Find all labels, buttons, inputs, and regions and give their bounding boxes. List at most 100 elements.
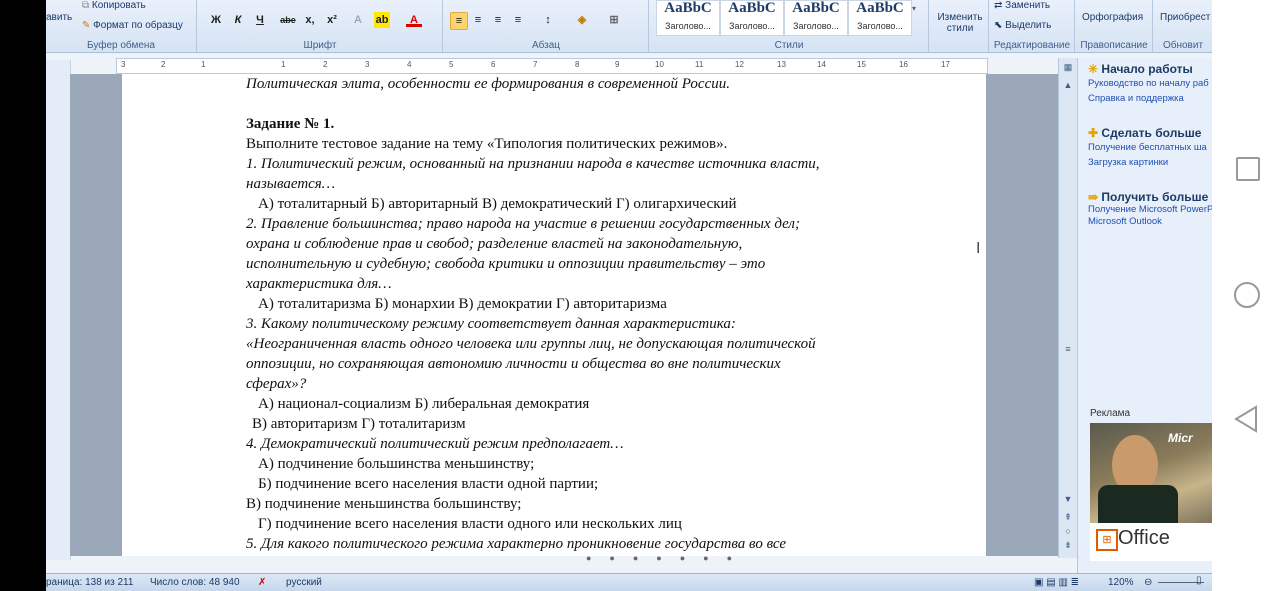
style-heading-3[interactable]: AaBbC Заголово...	[784, 0, 848, 36]
spellcheck-icon[interactable]: ✗	[258, 577, 266, 588]
document-line[interactable]: Выполните тестовое задание на тему «Типо…	[246, 134, 946, 154]
clipboard-label: Буфер обмена	[87, 40, 155, 51]
replace-button[interactable]: ⇄ Заменить	[994, 0, 1050, 11]
change-styles-button[interactable]: Изменить стили	[934, 12, 986, 34]
copy-icon: ⧉	[82, 0, 90, 11]
pane-link[interactable]: Получение бесплатных ша	[1088, 140, 1207, 155]
ruler-mark: 4	[407, 60, 412, 69]
home-icon[interactable]	[1234, 282, 1260, 308]
shading-icon[interactable]: ◈	[574, 12, 590, 28]
scroll-thumb-icon[interactable]: ≡	[1061, 344, 1075, 356]
bold-button[interactable]: Ж	[208, 12, 224, 28]
italic-button[interactable]: К	[230, 12, 246, 28]
zoom-level[interactable]: 120%	[1108, 577, 1134, 588]
underline-button[interactable]: Ч	[252, 12, 268, 28]
highlight-icon[interactable]: ab	[374, 12, 390, 28]
strikethrough-button[interactable]: abe	[280, 12, 296, 28]
styles-label: Стили	[774, 40, 804, 51]
document-line[interactable]: 4. Демократический политический режим пр…	[246, 434, 946, 454]
document-line[interactable]: оппозиции, но сохраняющая автономию личн…	[246, 354, 946, 374]
format-painter-button[interactable]: ✎ Формат по образцу	[82, 20, 183, 31]
office-advertisement[interactable]: Micr ⊞ Office	[1090, 423, 1212, 561]
text-effects-icon[interactable]: A	[350, 12, 366, 28]
document-area[interactable]: Политическая элита, особенности ее форми…	[70, 74, 1078, 556]
document-line[interactable]: охрана и соблюдение прав и свобод; разде…	[246, 234, 946, 254]
styles-more-icon[interactable]: ▾	[912, 4, 916, 13]
vertical-scrollbar[interactable]: ▦ ▲ ≡ ▼ ⇞ ○ ⇟	[1058, 58, 1077, 558]
line-spacing-icon[interactable]: ↕	[540, 12, 556, 28]
page-count[interactable]: раница: 138 из 211	[46, 577, 133, 588]
acquire-button[interactable]: Приобрест	[1160, 12, 1210, 23]
scroll-up-icon[interactable]: ▲	[1061, 80, 1075, 92]
prev-page-icon[interactable]: ⇞	[1061, 512, 1075, 524]
document-body[interactable]: Политическая элита, особенности ее форми…	[246, 74, 946, 554]
ruler-mark: 15	[857, 60, 866, 69]
browse-object-icon[interactable]: ○	[1061, 526, 1075, 538]
document-line[interactable]: В) авторитаризм Г) тоталитаризм	[246, 414, 946, 434]
style-heading-2[interactable]: AaBbC Заголово...	[720, 0, 784, 36]
font-group: Ж К Ч abe x, x² A ab A Шрифт	[198, 0, 443, 52]
spelling-button[interactable]: Орфография	[1082, 12, 1143, 23]
recents-icon[interactable]	[1236, 157, 1260, 181]
word-window: авить ⧉ Копировать ✎ Формат по образцу Б…	[46, 0, 1212, 591]
document-line[interactable]: исполнительную и судебную; свобода крити…	[246, 254, 946, 274]
scroll-down-icon[interactable]: ▼	[1061, 494, 1075, 506]
next-page-icon[interactable]: ⇟	[1061, 540, 1075, 552]
editing-label: Редактирование	[993, 40, 1071, 51]
horizontal-ruler[interactable]: 3 2 1 1 2 3 4 5 6 7 8 9 10 11 12 13 14 1…	[116, 58, 988, 74]
document-line[interactable]: А) тоталитаризма Б) монархии В) демократ…	[246, 294, 946, 314]
document-line[interactable]: сферах»?	[246, 374, 946, 394]
document-line[interactable]: А) национал-социализм Б) либеральная дем…	[246, 394, 946, 414]
zoom-thumb-icon[interactable]: ▯	[1196, 575, 1202, 586]
document-line[interactable]: Г) подчинение всего населения власти одн…	[246, 514, 946, 534]
word-count[interactable]: Число слов: 48 940	[150, 577, 240, 588]
pane-link[interactable]: Загрузка картинки	[1088, 155, 1207, 170]
section-get-more: ⇛ Получить больше Получение Microsoft Po…	[1088, 190, 1212, 228]
document-line[interactable]: А) подчинение большинства меньшинству;	[246, 454, 946, 474]
pane-link[interactable]: Получение Microsoft PowerP	[1088, 204, 1212, 216]
view-buttons-icon[interactable]: ▣ ▤ ▥ ≣	[1034, 577, 1079, 588]
document-line[interactable]: характеристика для…	[246, 274, 946, 294]
pane-link[interactable]: Руководство по началу раб	[1088, 76, 1209, 91]
text-cursor-icon: I	[976, 240, 981, 257]
document-line[interactable]: Задание № 1.	[246, 114, 946, 134]
style-heading-1[interactable]: AaBbC Заголово...	[656, 0, 720, 36]
ruler-mark: 16	[899, 60, 908, 69]
document-line[interactable]: Политическая элита, особенности ее форми…	[246, 74, 946, 94]
document-page[interactable]: Политическая элита, особенности ее форми…	[122, 74, 986, 556]
borders-icon[interactable]: ⊞	[606, 12, 622, 28]
document-line[interactable]: 5. Для какого политического режима харак…	[246, 534, 946, 554]
document-line[interactable]: В) подчинение меньшинства большинству;	[246, 494, 946, 514]
superscript-button[interactable]: x²	[324, 12, 340, 28]
font-color-button[interactable]: A	[406, 12, 422, 27]
document-line[interactable]: «Неограниченная власть одного человека и…	[246, 334, 946, 354]
document-line[interactable]: называется…	[246, 174, 946, 194]
document-line[interactable]	[246, 94, 946, 114]
paste-button[interactable]: авить	[46, 12, 72, 23]
ruler-mark: 1	[201, 60, 206, 69]
align-center-icon[interactable]: ≡	[470, 12, 486, 28]
vertical-ruler	[46, 60, 71, 560]
back-icon[interactable]	[1234, 405, 1258, 433]
screen-left-border	[0, 0, 46, 591]
language-indicator[interactable]: русский	[286, 577, 322, 588]
copy-button[interactable]: ⧉ Копировать	[82, 0, 146, 11]
style-heading-4[interactable]: AaBbC Заголово...	[848, 0, 912, 36]
document-line[interactable]: А) тоталитарный Б) авторитарный В) демок…	[246, 194, 946, 214]
subscript-button[interactable]: x,	[302, 12, 318, 28]
acquire-group: Приобрест Обновит	[1154, 0, 1212, 52]
pane-link[interactable]: Microsoft Outlook	[1088, 216, 1212, 228]
justify-icon[interactable]: ≡	[510, 12, 526, 28]
pane-link[interactable]: Справка и поддержка	[1088, 91, 1209, 106]
document-line[interactable]: 3. Какому политическому режиму соответст…	[246, 314, 946, 334]
align-left-icon[interactable]: ≡	[450, 12, 468, 30]
document-line[interactable]: Б) подчинение всего населения власти одн…	[246, 474, 946, 494]
document-line[interactable]: 2. Правление большинства; право народа н…	[246, 214, 946, 234]
ruler-mark: 2	[161, 60, 166, 69]
zoom-out-icon[interactable]: ⊖	[1144, 577, 1152, 588]
document-line[interactable]: 1. Политический режим, основанный на при…	[246, 154, 946, 174]
plus-icon: ✚	[1088, 126, 1099, 140]
select-button[interactable]: ⬉ Выделить	[994, 20, 1051, 31]
align-right-icon[interactable]: ≡	[490, 12, 506, 28]
ruler-toggle-icon[interactable]: ▦	[1061, 62, 1075, 74]
